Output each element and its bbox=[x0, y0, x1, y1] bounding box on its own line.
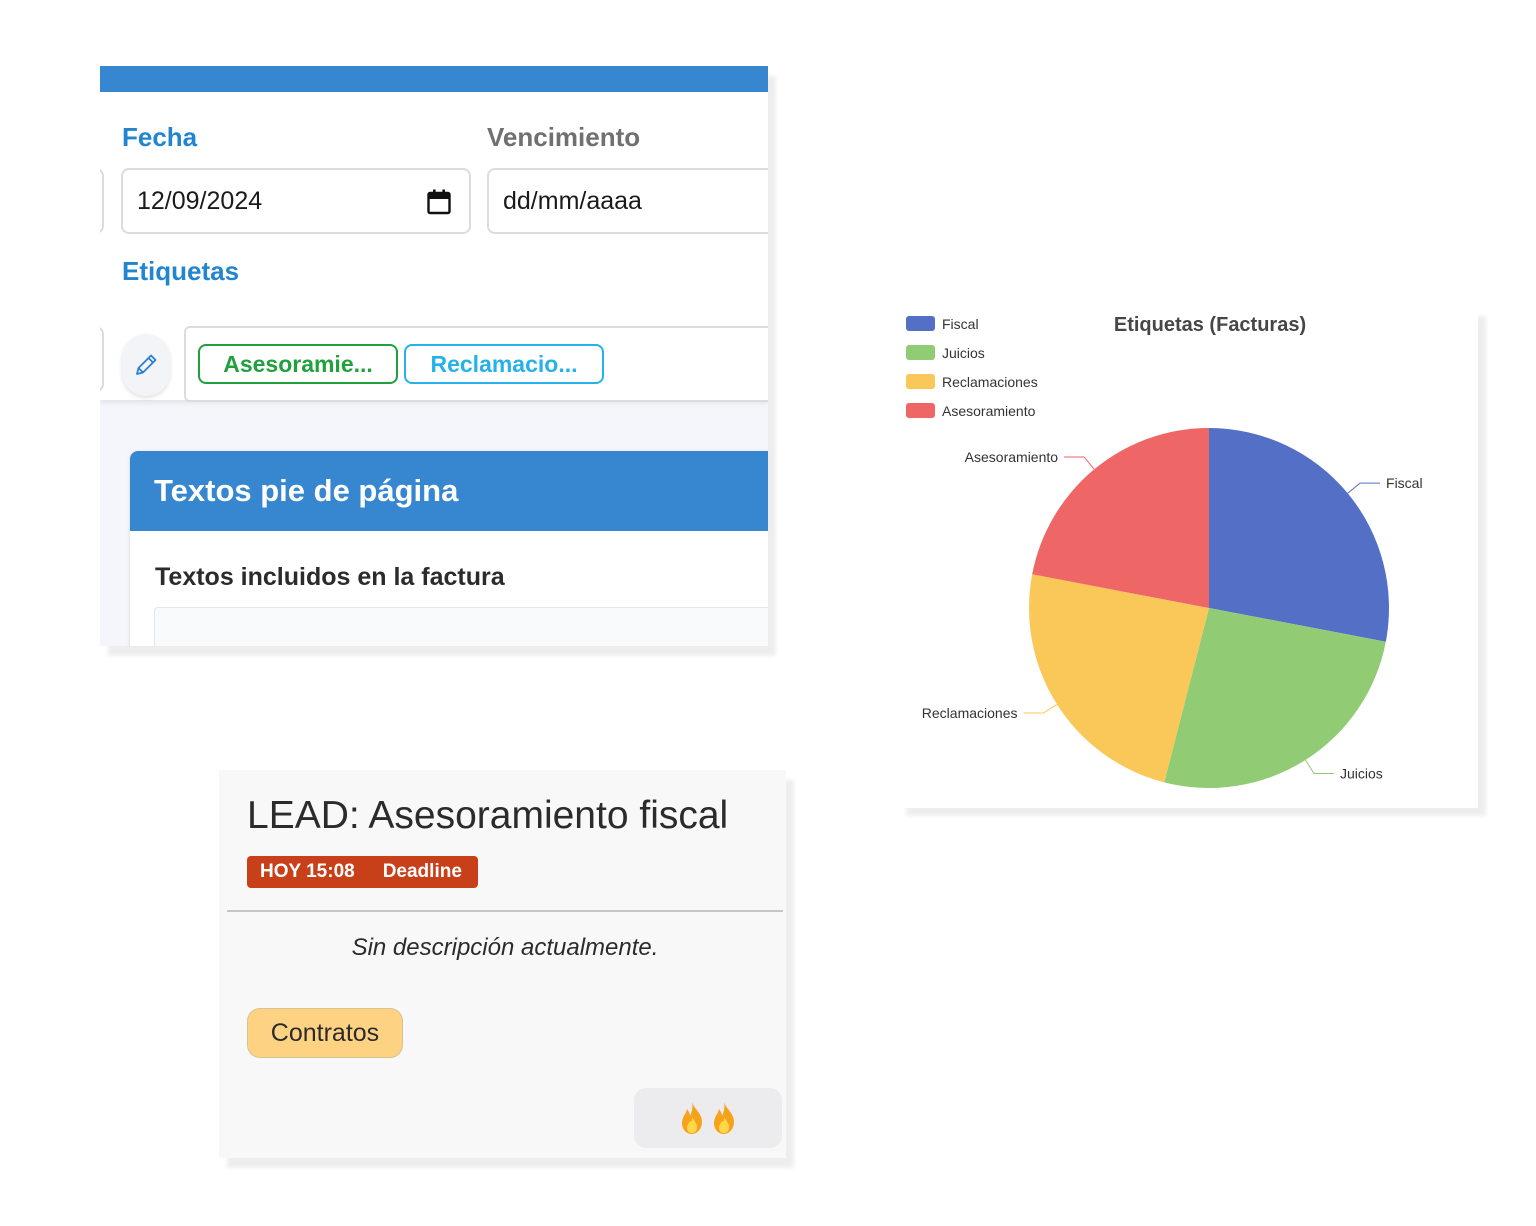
pencil-icon bbox=[136, 354, 157, 375]
deadline-badge: HOY 15:08 Deadline bbox=[247, 856, 478, 888]
tag-asesoramiento[interactable]: Asesoramie... bbox=[198, 344, 398, 384]
vencimiento-input[interactable]: dd/mm/aaaa bbox=[487, 168, 768, 234]
lead-title: LEAD: Asesoramiento fiscal bbox=[247, 794, 729, 837]
tags-field[interactable]: Asesoramie... Reclamacio... bbox=[184, 326, 768, 402]
lead-card[interactable]: LEAD: Asesoramiento fiscal HOY 15:08 Dea… bbox=[219, 770, 786, 1158]
vencimiento-label: Vencimiento bbox=[487, 122, 641, 152]
pie-label-asesoramiento: Asesoramiento bbox=[965, 449, 1059, 465]
vencimiento-placeholder: dd/mm/aaaa bbox=[503, 186, 642, 215]
top-bar bbox=[100, 66, 768, 92]
etiquetas-label: Etiquetas bbox=[122, 256, 240, 286]
invoice-form: Fecha Vencimiento 12/09/2024 dd/mm/aaaa … bbox=[100, 92, 768, 402]
pie-leader-fiscal bbox=[1347, 482, 1381, 494]
contract-tag[interactable]: Contratos bbox=[247, 1008, 403, 1058]
divider bbox=[227, 910, 783, 912]
lead-description: Sin descripción actualmente. bbox=[351, 934, 659, 961]
pie-leader-asesoramiento bbox=[1064, 456, 1095, 470]
previous-input[interactable] bbox=[100, 168, 104, 234]
legend-label-asesoramiento[interactable]: Asesoramiento bbox=[942, 403, 1036, 419]
pie-chart-card: Etiquetas (Facturas) Fiscal Juicios Reclam… bbox=[898, 308, 1478, 808]
legend-label-juicios[interactable]: Juicios bbox=[942, 345, 985, 361]
priority-indicator bbox=[634, 1088, 782, 1148]
pie-slice-fiscal[interactable] bbox=[1209, 428, 1389, 642]
tag-reclamaciones[interactable]: Reclamacio... bbox=[404, 344, 604, 384]
edit-tags-button[interactable] bbox=[122, 334, 170, 396]
legend-swatch-juicios[interactable] bbox=[906, 345, 935, 360]
previous-tag-input[interactable] bbox=[100, 326, 104, 392]
fecha-input[interactable]: 12/09/2024 bbox=[121, 168, 471, 234]
deadline-label: Deadline bbox=[382, 861, 462, 882]
fire-icon bbox=[682, 1102, 702, 1134]
pie-leader-juicios bbox=[1305, 759, 1335, 774]
legend-swatch-fiscal[interactable] bbox=[906, 316, 935, 331]
pie-chart: Etiquetas (Facturas) Fiscal Juicios Reclam… bbox=[906, 314, 1423, 788]
chart-title: Etiquetas (Facturas) bbox=[1114, 314, 1306, 336]
fecha-label: Fecha bbox=[122, 122, 198, 152]
footer-panel-subtitle: Textos incluidos en la factura bbox=[155, 563, 505, 591]
footer-texts-panel: Textos pie de página Textos incluidos en… bbox=[130, 451, 768, 646]
pie-leader-reclamaciones bbox=[1023, 704, 1058, 714]
footer-text-area[interactable] bbox=[154, 607, 768, 646]
legend-swatch-reclamaciones[interactable] bbox=[906, 374, 935, 389]
pie-label-fiscal: Fiscal bbox=[1386, 475, 1423, 491]
invoice-form-card: Fecha Vencimiento 12/09/2024 dd/mm/aaaa … bbox=[100, 66, 768, 646]
pie-label-juicios: Juicios bbox=[1340, 765, 1383, 781]
calendar-icon[interactable] bbox=[427, 189, 451, 215]
fire-icon bbox=[714, 1102, 734, 1134]
legend-swatch-asesoramiento[interactable] bbox=[906, 403, 935, 418]
deadline-time: HOY 15:08 bbox=[260, 861, 355, 882]
footer-panel-title: Textos pie de página bbox=[130, 451, 768, 531]
legend-label-reclamaciones[interactable]: Reclamaciones bbox=[942, 374, 1038, 390]
pie-label-reclamaciones: Reclamaciones bbox=[922, 705, 1018, 721]
fecha-value: 12/09/2024 bbox=[137, 186, 263, 215]
legend-label-fiscal[interactable]: Fiscal bbox=[942, 316, 979, 332]
